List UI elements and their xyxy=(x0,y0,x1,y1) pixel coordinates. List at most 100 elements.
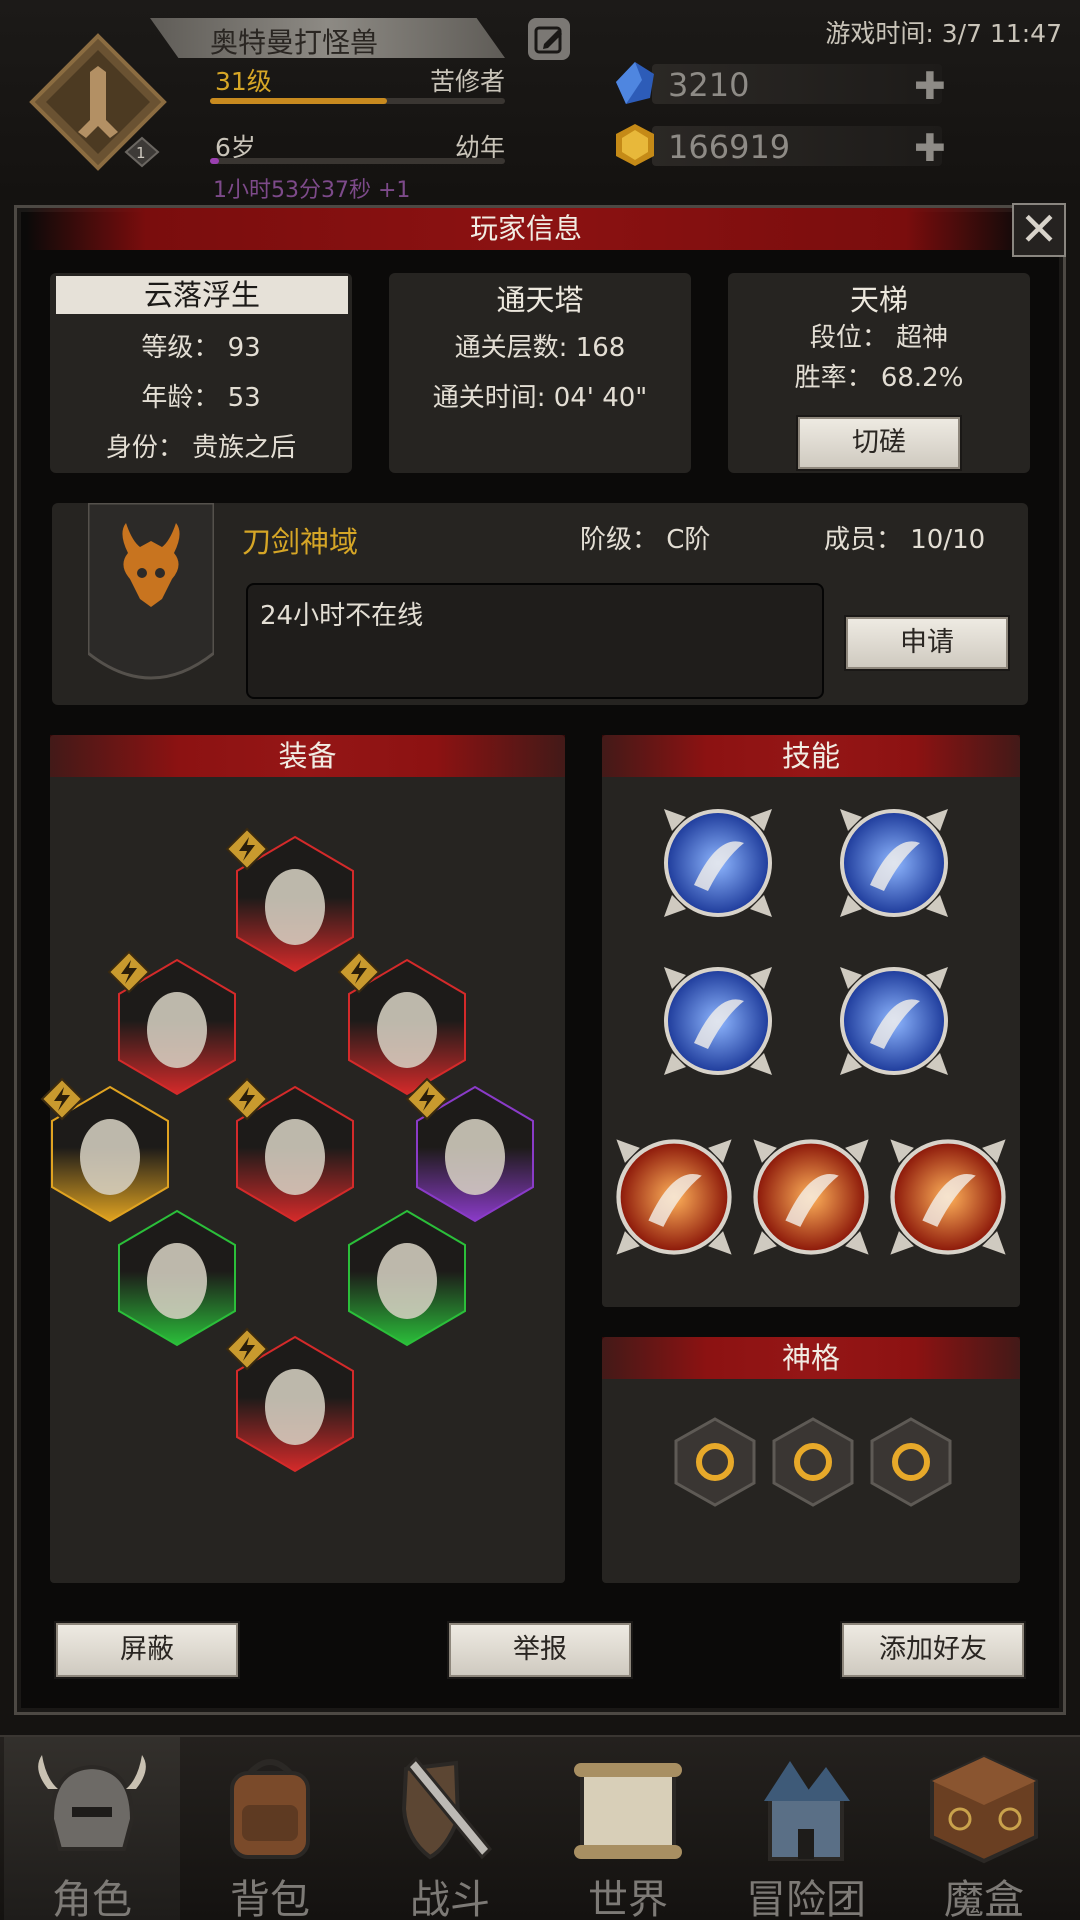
tower-card: 通天塔 通关层数: 168 通关时间: 04' 40" xyxy=(389,273,691,473)
spar-button[interactable]: 切磋 xyxy=(798,417,960,469)
add-gold-crystal-button[interactable]: ✚ xyxy=(914,126,946,170)
guild-members: 成员： 10/10 xyxy=(824,525,986,555)
bottom-navigation: 角色 背包 战斗 世界 冒险团 魔盒 xyxy=(0,1735,1080,1920)
guild-notice: 24小时不在线 xyxy=(260,601,424,631)
game-time: 游戏时间: 3/7 11:47 xyxy=(825,19,1062,48)
guild-notice-box: 24小时不在线 xyxy=(246,583,824,699)
nav-label-role: 角色 xyxy=(52,1877,132,1920)
add-friend-button[interactable]: 添加好友 xyxy=(842,1623,1024,1677)
gold-crystal-amount: 166919 xyxy=(668,128,791,166)
age-timer: 1小时53分37秒 +1 xyxy=(213,178,411,203)
tower-title: 通天塔 xyxy=(496,283,584,317)
blue-crystal-amount: 3210 xyxy=(668,66,750,104)
player-emblem-icon[interactable]: 1 xyxy=(28,32,168,172)
ladder-winrate: 胜率： 68.2% xyxy=(794,363,964,393)
divinity-moon-rune[interactable] xyxy=(674,1417,756,1507)
profile-identity: 身份： 贵族之后 xyxy=(105,433,297,463)
nav-item-battle[interactable]: 战斗 xyxy=(362,1737,538,1920)
divinity-peak-rune[interactable] xyxy=(772,1417,854,1507)
ladder-title: 天梯 xyxy=(849,283,908,317)
equipment-header: 装备 xyxy=(50,735,565,777)
skills-title: 技能 xyxy=(781,739,840,773)
magic-box-icon xyxy=(930,1754,1038,1864)
divinity-section: 神格 xyxy=(602,1337,1020,1583)
enhance-badge-icon xyxy=(107,950,151,994)
nav-item-world[interactable]: 世界 xyxy=(540,1737,716,1920)
gold-crystal-icon xyxy=(616,124,654,166)
skill-shadow-cloak[interactable] xyxy=(834,803,954,923)
equipment-section: 装备 xyxy=(40,735,565,1583)
castle-icon xyxy=(764,1761,850,1861)
report-button[interactable]: 举报 xyxy=(449,1623,631,1677)
level-progress-bar xyxy=(210,98,505,104)
profile-level: 等级： 93 xyxy=(141,333,261,363)
helmet-icon xyxy=(38,1755,146,1851)
ladder-rank: 段位： 超神 xyxy=(809,323,949,353)
nav-label-world: 世界 xyxy=(588,1877,668,1920)
skills-section: 技能 xyxy=(602,735,1020,1307)
skill-frost-orbs[interactable] xyxy=(658,961,778,1081)
nav-item-magic-box[interactable]: 魔盒 xyxy=(896,1737,1072,1920)
divinity-title: 神格 xyxy=(781,1341,840,1375)
nav-item-backpack[interactable]: 背包 xyxy=(182,1737,358,1920)
guild-card: 刀剑神域 阶级： C阶 成员： 10/10 24小时不在线 申请 xyxy=(52,503,1028,705)
skills-header: 技能 xyxy=(602,735,1020,777)
close-icon: ✕ xyxy=(1019,202,1059,256)
guild-rank: 阶级： C阶 xyxy=(580,525,711,555)
divinity-hourglass-rune[interactable] xyxy=(870,1417,952,1507)
top-status-bar: 1 奥特曼打怪兽 31级 苦修者 6岁 幼年 1小时53分37秒 +1 游戏时间… xyxy=(0,0,1080,203)
backpack-icon xyxy=(230,1759,310,1859)
panel-title: 玩家信息 xyxy=(469,212,582,245)
player-level: 31级 xyxy=(215,67,272,96)
skill-twin-spirits[interactable] xyxy=(834,961,954,1081)
nav-item-role[interactable]: 角色 xyxy=(4,1737,180,1920)
tower-time: 通关时间: 04' 40" xyxy=(432,383,648,413)
equip-slot-chest[interactable] xyxy=(225,1077,355,1223)
equip-slot-amulet[interactable] xyxy=(337,950,467,1096)
guild-apply-button[interactable]: 申请 xyxy=(846,617,1008,669)
nav-label-battle: 战斗 xyxy=(410,1877,490,1920)
enhance-badge-icon xyxy=(225,827,269,871)
equip-slot-boots[interactable] xyxy=(225,1327,355,1473)
player-name-plate: 奥特曼打怪兽 xyxy=(150,18,505,58)
add-blue-crystal-button[interactable]: ✚ xyxy=(914,64,946,108)
skill-flame-crescent[interactable] xyxy=(610,1133,738,1261)
level-progress-fill xyxy=(210,98,387,104)
gold-crystal-currency: 166919 ✚ xyxy=(612,122,952,170)
enhance-badge-icon xyxy=(225,1077,269,1121)
equip-slot-weapon-left[interactable] xyxy=(117,1209,237,1347)
nav-label-backpack: 背包 xyxy=(230,1877,310,1920)
enhance-badge-icon xyxy=(225,1327,269,1371)
edit-name-button[interactable] xyxy=(528,18,570,60)
close-button[interactable]: ✕ xyxy=(1012,203,1066,257)
guild-name: 刀剑神域 xyxy=(242,525,359,559)
enhance-badge-icon xyxy=(337,950,381,994)
ladder-card: 天梯 段位： 超神 胜率： 68.2% 切磋 xyxy=(728,273,1030,473)
profile-card: 云落浮生 等级： 93 年龄： 53 身份： 贵族之后 xyxy=(50,273,352,473)
block-button[interactable]: 屏蔽 xyxy=(56,1623,238,1677)
equip-slot-belt[interactable] xyxy=(40,1077,170,1223)
edit-icon xyxy=(534,26,562,54)
age-progress-bar xyxy=(210,158,505,164)
level-row: 31级 苦修者 xyxy=(215,62,505,98)
enhance-badge-icon xyxy=(405,1077,449,1121)
blue-crystal-currency: 3210 ✚ xyxy=(612,60,952,108)
skill-flame-avatar[interactable] xyxy=(884,1133,1012,1261)
emblem-badge: 1 xyxy=(136,144,146,162)
profile-name: 云落浮生 xyxy=(56,276,348,314)
sword-shield-icon xyxy=(401,1756,493,1860)
tower-floors: 通关层数: 168 xyxy=(454,333,626,363)
guild-banner-icon[interactable] xyxy=(88,503,214,689)
panel-header: 玩家信息 xyxy=(26,208,1026,250)
skill-frost-slash[interactable] xyxy=(658,803,778,923)
scroll-map-icon xyxy=(574,1763,682,1859)
equip-slot-armor-shoulder[interactable] xyxy=(107,950,237,1096)
equip-slot-weapon-right[interactable] xyxy=(347,1209,467,1347)
age-progress-fill xyxy=(210,158,219,164)
skill-flame-claw[interactable] xyxy=(747,1133,875,1261)
equip-slot-cloak[interactable] xyxy=(405,1077,535,1223)
nav-label-magic-box: 魔盒 xyxy=(944,1877,1024,1920)
player-name: 奥特曼打怪兽 xyxy=(210,26,379,59)
nav-item-adventure-group[interactable]: 冒险团 xyxy=(718,1737,894,1920)
profile-age: 年龄： 53 xyxy=(141,383,261,413)
